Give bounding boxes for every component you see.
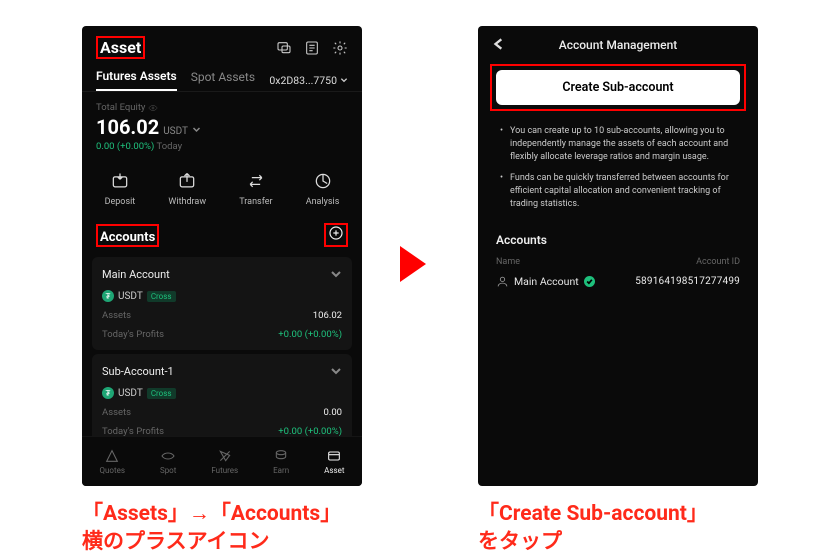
info-bullets: You can create up to 10 sub-accounts, al…	[478, 121, 758, 227]
margin-mode-tag: Cross	[147, 388, 176, 399]
chat-icon[interactable]	[276, 40, 292, 56]
accounts-section-title: Accounts	[496, 233, 740, 247]
gear-icon[interactable]	[332, 40, 348, 56]
withdraw-button[interactable]: Withdraw	[168, 170, 206, 207]
chevron-down-icon	[330, 362, 342, 381]
tabbar-spot[interactable]: Spot	[160, 448, 176, 475]
tabbar-quotes-label: Quotes	[99, 466, 124, 475]
add-account-icon[interactable]	[328, 226, 344, 245]
equity-unit: USDT	[163, 126, 188, 137]
tab-spot-assets[interactable]: Spot Assets	[191, 70, 255, 90]
divider	[82, 91, 362, 92]
flow-arrow-icon	[400, 246, 426, 282]
equity-block: Total Equity 106.02 USDT 0.00 (+0.00%) T…	[82, 100, 362, 160]
account-card[interactable]: Main Account ₮ USDT Cross Assets 106.02 T…	[92, 257, 352, 350]
tabbar-futures[interactable]: Futures	[211, 448, 238, 475]
profits-value: +0.00 (+0.00%)	[278, 329, 342, 340]
assets-label: Assets	[102, 310, 131, 321]
deposit-label: Deposit	[105, 197, 136, 207]
account-id: 589164198517277499	[635, 276, 740, 287]
account-management-screen: Account Management Create Sub-account Yo…	[478, 26, 758, 486]
tabbar-earn[interactable]: Earn	[273, 448, 289, 475]
back-button[interactable]	[492, 36, 506, 55]
accounts-title: Accounts	[100, 230, 155, 245]
coin-icon: ₮	[102, 387, 114, 399]
eye-icon[interactable]	[148, 103, 158, 113]
equity-label: Total Equity	[96, 102, 145, 113]
create-sub-account-highlight: Create Sub-account	[490, 64, 746, 111]
col-header-id: Account ID	[696, 257, 740, 267]
analysis-label: Analysis	[306, 197, 340, 207]
equity-period: Today	[156, 141, 182, 152]
asset-tabs: Futures Assets Spot Assets 0x2D83...7750	[82, 65, 362, 91]
accounts-title-highlight: Accounts	[96, 224, 159, 247]
profits-label: Today's Profits	[102, 329, 164, 340]
account-name: Sub-Account-1	[102, 365, 174, 378]
transfer-label: Transfer	[239, 197, 272, 207]
verified-icon	[584, 276, 595, 287]
info-bullet: Funds can be quickly transferred between…	[500, 172, 736, 211]
tabbar-earn-label: Earn	[273, 466, 289, 475]
tabbar-spot-label: Spot	[160, 466, 176, 475]
header-row: Asset	[82, 26, 362, 65]
accounts-section: Accounts Name Account ID Main Account 58…	[478, 227, 758, 294]
create-sub-account-button[interactable]: Create Sub-account	[496, 70, 740, 105]
chevron-down-icon[interactable]	[192, 125, 201, 134]
analysis-button[interactable]: Analysis	[306, 170, 340, 207]
deposit-icon	[110, 171, 130, 191]
margin-mode-tag: Cross	[147, 291, 176, 302]
tab-futures-assets[interactable]: Futures Assets	[96, 69, 177, 91]
note-icon[interactable]	[304, 40, 320, 56]
account-name: Main Account	[514, 275, 579, 288]
withdraw-icon	[177, 171, 197, 191]
transfer-button[interactable]: Transfer	[239, 170, 272, 207]
coin-icon: ₮	[102, 290, 114, 302]
assets-value: 0.00	[323, 407, 342, 418]
deposit-button[interactable]: Deposit	[105, 170, 136, 207]
asset-title-highlight: Asset	[96, 36, 145, 59]
chevron-down-icon	[330, 265, 342, 284]
assets-label: Assets	[102, 407, 131, 418]
coin-symbol: USDT	[118, 388, 143, 399]
asset-screen: Asset Futures Assets Spot Assets 0x2D83.…	[82, 26, 362, 486]
coin-symbol: USDT	[118, 291, 143, 302]
account-card[interactable]: Sub-Account-1 ₮ USDT Cross Assets0.00 To…	[92, 354, 352, 447]
col-header-name: Name	[496, 257, 520, 267]
header-icons	[276, 40, 348, 56]
tabbar-quotes[interactable]: Quotes	[99, 448, 124, 475]
assets-value: 106.02	[313, 310, 342, 321]
action-row: Deposit Withdraw Transfer Analysis	[82, 160, 362, 213]
withdraw-label: Withdraw	[168, 197, 206, 207]
page-title: Asset	[100, 38, 141, 57]
add-account-highlight	[324, 223, 348, 247]
equity-change: 0.00 (+0.00%)	[96, 141, 154, 152]
wallet-address: 0x2D83...7750	[269, 74, 337, 87]
equity-value: 106.02	[96, 115, 159, 139]
header-row: Account Management	[478, 26, 758, 60]
wallet-selector[interactable]: 0x2D83...7750	[269, 74, 348, 87]
transfer-icon	[246, 171, 266, 191]
tabbar-asset[interactable]: Asset	[324, 448, 344, 475]
person-icon	[496, 275, 509, 288]
analysis-icon	[313, 171, 333, 191]
caption-right: 「Create Sub-account」 をタップ	[478, 500, 708, 557]
info-bullet: You can create up to 10 sub-accounts, al…	[500, 125, 736, 164]
caret-down-icon	[340, 76, 348, 84]
account-row[interactable]: Main Account 589164198517277499	[496, 275, 740, 288]
bottom-tabbar: Quotes Spot Futures Earn Asset	[82, 436, 362, 486]
page-title: Account Management	[559, 38, 678, 52]
accounts-header: Accounts	[82, 213, 362, 253]
tabbar-futures-label: Futures	[211, 466, 238, 475]
account-name: Main Account	[102, 268, 170, 281]
caption-left: 「Assets」→「Accounts」 横のプラスアイコン	[82, 500, 341, 557]
tabbar-asset-label: Asset	[324, 466, 344, 475]
